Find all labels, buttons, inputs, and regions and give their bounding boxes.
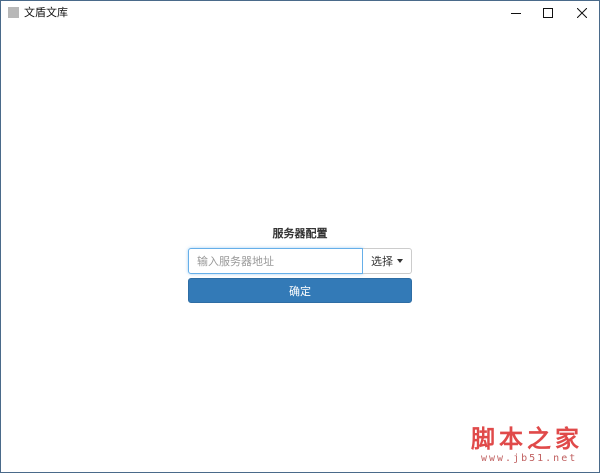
- minimize-icon: [511, 13, 521, 14]
- confirm-button[interactable]: 确定: [188, 278, 412, 303]
- select-dropdown-button[interactable]: 选择: [363, 248, 412, 274]
- confirm-label: 确定: [289, 284, 311, 298]
- server-input-group: 选择: [188, 248, 412, 274]
- app-icon: [8, 7, 19, 18]
- server-address-input[interactable]: [188, 248, 363, 274]
- server-config-title: 服务器配置: [272, 227, 328, 240]
- title-bar[interactable]: 文盾文库: [1, 1, 599, 25]
- caret-down-icon: [397, 259, 403, 263]
- minimize-button[interactable]: [501, 1, 531, 25]
- close-button[interactable]: [567, 1, 597, 25]
- watermark: 脚本之家 www.jb51.net: [471, 425, 596, 465]
- maximize-button[interactable]: [533, 1, 563, 25]
- watermark-url: www.jb51.net: [481, 453, 578, 464]
- watermark-chinese: 脚本之家: [471, 424, 583, 453]
- maximize-icon: [543, 8, 553, 18]
- close-icon: [577, 8, 587, 18]
- window-title: 文盾文库: [24, 6, 68, 19]
- select-label: 选择: [371, 255, 393, 268]
- app-window: 文盾文库 服务器配置 选择 确定 脚本之家 www.j: [0, 0, 600, 473]
